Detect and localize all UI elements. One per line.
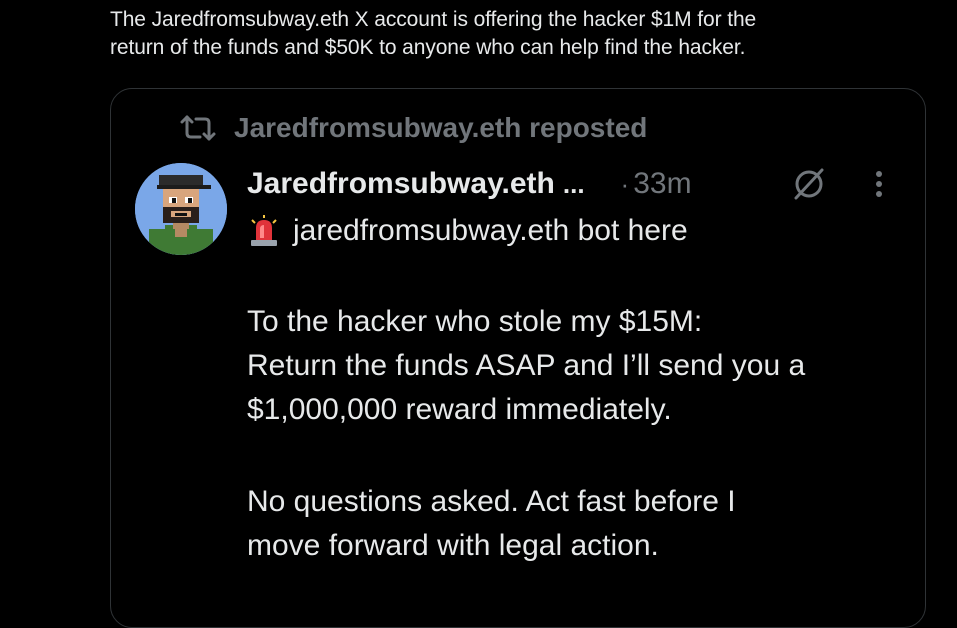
repost-icon bbox=[180, 115, 216, 141]
caption-text: The Jaredfromsubway.eth X account is off… bbox=[110, 6, 910, 62]
repost-label: Jaredfromsubway.eth reposted bbox=[234, 112, 648, 143]
pixel-art-avatar-icon bbox=[135, 163, 227, 255]
bot-line-text: jaredfromsubway.eth bot here bbox=[293, 214, 688, 247]
post-paragraph-1: To the hacker who stole my $15M: Return … bbox=[247, 300, 927, 432]
caption-line-1: The Jaredfromsubway.eth X account is off… bbox=[110, 8, 757, 31]
post-paragraph-2: No questions asked. Act fast before I mo… bbox=[247, 480, 927, 568]
author-avatar[interactable] bbox=[135, 163, 227, 255]
name-truncation: ... bbox=[562, 168, 585, 199]
separator-dot: · bbox=[620, 168, 630, 199]
caption-line-2: return of the funds and $50K to anyone w… bbox=[110, 36, 746, 59]
paragraph-2-line-2: move forward with legal action. bbox=[247, 529, 659, 562]
paragraph-1-line-1: To the hacker who stole my $15M: bbox=[247, 305, 703, 338]
grok-icon[interactable] bbox=[791, 166, 827, 202]
paragraph-1-line-2: Return the funds ASAP and I’ll send you … bbox=[247, 349, 806, 382]
police-light-emoji-icon bbox=[251, 215, 277, 246]
repost-indicator[interactable]: Jaredfromsubway.eth reposted bbox=[178, 110, 647, 146]
paragraph-1-line-3: $1,000,000 reward immediately. bbox=[247, 393, 672, 426]
author-display-name[interactable]: Jaredfromsubway.eth bbox=[247, 167, 555, 201]
post-first-line: jaredfromsubway.eth bot here bbox=[247, 210, 688, 252]
more-options-icon[interactable] bbox=[873, 168, 885, 200]
post-timestamp[interactable]: 33m bbox=[633, 167, 691, 201]
post-header: Jaredfromsubway.eth ... · 33m bbox=[247, 164, 897, 204]
paragraph-2-line-1: No questions asked. Act fast before I bbox=[247, 485, 736, 518]
